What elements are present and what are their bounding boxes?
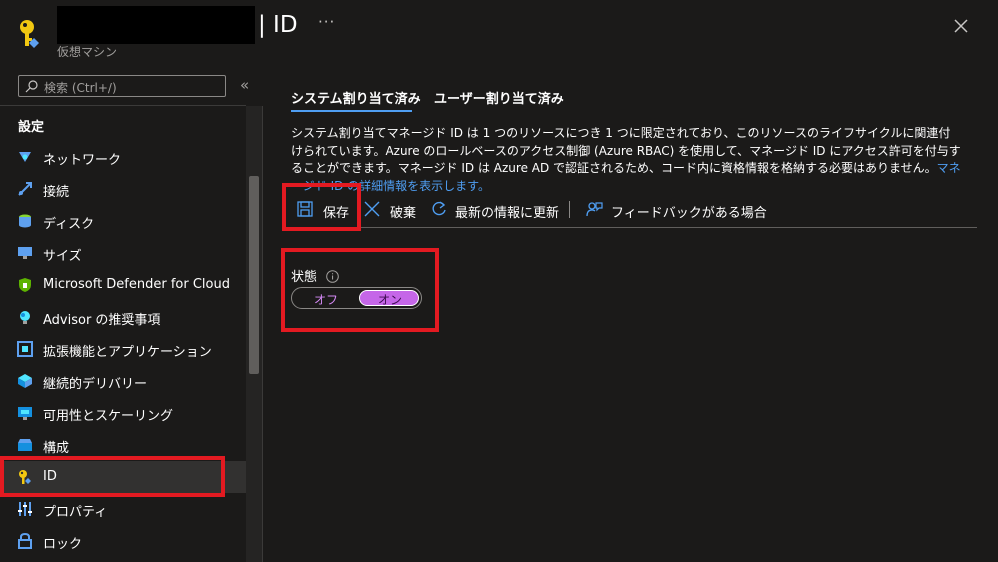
sidebar-item-advisor[interactable]: Advisor の推奨事項 [0,301,246,333]
sidebar-item-label: ディスク [43,217,95,232]
highlight-id-menu [0,456,225,497]
lock-icon [17,532,33,549]
extensions-icon [17,341,33,357]
sidebar-item-size[interactable]: サイズ [0,237,246,269]
toolbar-divider-line [285,227,977,228]
search-placeholder: 検索 (Ctrl+/) [44,81,117,95]
discard-label: 破棄 [390,206,417,221]
sidebar-item-label: プロパティ [43,505,108,520]
feedback-icon [586,202,603,217]
discard-button[interactable]: 破棄 [364,199,420,221]
refresh-label: 最新の情報に更新 [455,206,560,221]
scaling-icon [17,405,33,421]
sidebar-item-label: ロック [43,537,83,552]
highlight-save [282,183,361,231]
collapse-sidebar-button[interactable]: « [240,76,249,94]
active-tab-indicator [291,110,412,112]
sidebar-item-connect[interactable]: 接続 [0,173,246,205]
sidebar-item-continuous-delivery[interactable]: 継続的デリバリー [0,365,246,397]
description-body: システム割り当てマネージド ID は 1 つのリソースにつき 1 つに限定されて… [291,126,961,175]
shield-icon [17,277,33,293]
highlight-status [281,248,439,332]
monitor-icon [17,245,33,261]
advisor-icon [17,309,33,325]
redacted-resource-name [57,6,255,44]
close-icon [364,201,380,217]
page-title: | ID [258,12,298,38]
sidebar-scrollbar-thumb[interactable] [249,176,259,374]
tab-system-assigned[interactable]: システム割り当て済み [291,88,421,107]
sidebar-item-scaling[interactable]: 可用性とスケーリング [0,397,246,429]
sidebar-item-label: 構成 [43,441,70,456]
tab-user-assigned[interactable]: ユーザー割り当て済み [434,88,564,107]
key-icon [18,18,44,50]
toolbar-divider [569,201,570,218]
refresh-icon [432,201,446,216]
feedback-label: フィードバックがある場合 [611,206,767,221]
close-icon[interactable] [951,16,971,36]
refresh-button[interactable]: 最新の情報に更新 [431,199,561,221]
disk-icon [17,213,33,229]
configuration-icon [17,437,33,453]
sidebar-item-label: 可用性とスケーリング [43,409,174,424]
sidebar-item-lock[interactable]: ロック [0,525,246,557]
sidebar-item-disk[interactable]: ディスク [0,205,246,237]
sidebar-item-label: Microsoft Defender for Cloud [43,277,230,292]
sidebar-item-label: 継続的デリバリー [43,377,148,392]
sidebar-item-label: サイズ [43,249,82,264]
connect-icon [17,181,33,197]
more-options-button[interactable]: ··· [318,13,335,31]
sidebar-item-label: 接続 [43,185,70,200]
divider [0,105,246,106]
page-subtitle: 仮想マシン [57,45,118,59]
network-icon [17,149,33,165]
properties-icon [17,501,33,517]
search-icon [25,80,38,93]
sidebar-item-extensions[interactable]: 拡張機能とアプリケーション [0,333,246,365]
sidebar-item-label: Advisor の推奨事項 [43,313,161,328]
search-input[interactable]: 検索 (Ctrl+/) [18,75,226,97]
sidebar-item-label: ネットワーク [43,153,122,168]
sidebar-item-defender[interactable]: Microsoft Defender for Cloud [0,269,246,301]
description-text: システム割り当てマネージド ID は 1 つのリソースにつき 1 つに限定されて… [291,125,961,195]
sidebar-item-network[interactable]: ネットワーク [0,141,246,173]
sidebar-item-properties[interactable]: プロパティ [0,493,246,525]
section-heading-settings: 設定 [18,120,45,135]
divider [262,106,263,562]
feedback-button[interactable]: フィードバックがある場合 [585,199,767,221]
delivery-icon [17,373,33,389]
sidebar-item-label: 拡張機能とアプリケーション [43,345,212,360]
